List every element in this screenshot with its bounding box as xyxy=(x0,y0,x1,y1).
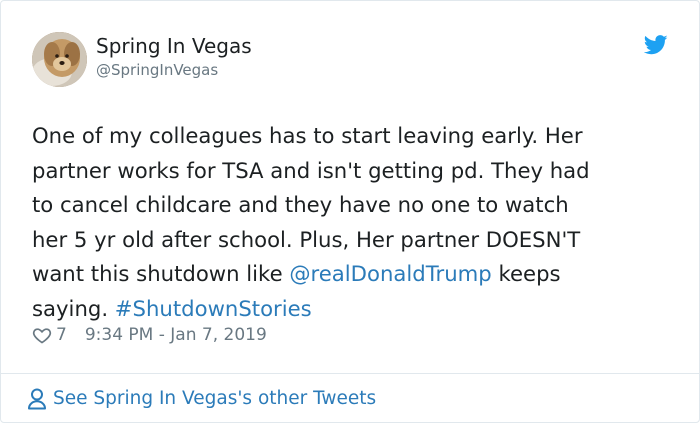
footer-divider xyxy=(1,373,699,374)
dog-avatar-image xyxy=(32,32,87,87)
author-handle[interactable]: @SpringInVegas xyxy=(96,60,218,80)
tweet-header: Spring In Vegas @SpringInVegas xyxy=(32,32,672,88)
tweet-line: want this shutdown like @realDonaldTrump… xyxy=(32,257,672,292)
mention-link[interactable]: @realDonaldTrump xyxy=(289,261,491,286)
person-icon xyxy=(28,388,46,410)
hashtag-link[interactable]: #ShutdownStories xyxy=(115,296,312,321)
tweet-line: her 5 yr old after school. Plus, Her par… xyxy=(32,226,581,252)
see-other-tweets-link[interactable]: See Spring In Vegas's other Tweets xyxy=(27,386,376,412)
twitter-bird-icon[interactable] xyxy=(644,35,668,55)
tweet-line: to cancel childcare and they have no one… xyxy=(32,192,569,217)
tweet-line: saying. #ShutdownStories xyxy=(32,292,672,327)
tweet-text: One of my colleagues has to start leavin… xyxy=(32,119,672,326)
see-other-tweets-label[interactable]: See Spring In Vegas's other Tweets xyxy=(53,386,376,412)
embedded-tweet-card: Spring In Vegas @SpringInVegas One of my… xyxy=(0,0,700,423)
tweet-text-segment: keeps xyxy=(491,261,561,286)
tweet-line: partner works for TSA and isn't getting … xyxy=(32,157,590,183)
tweet-line: One of my colleagues has to start leavin… xyxy=(32,123,583,148)
author-display-name[interactable]: Spring In Vegas xyxy=(96,34,252,58)
tweet-meta: 7 9:34 PM - Jan 7, 2019 xyxy=(32,323,267,347)
heart-icon[interactable] xyxy=(32,325,52,345)
like-count[interactable]: 7 xyxy=(56,323,67,347)
tweet-text-segment: saying. xyxy=(32,295,115,321)
tweet-timestamp[interactable]: 9:34 PM - Jan 7, 2019 xyxy=(85,323,267,347)
avatar[interactable] xyxy=(32,32,87,87)
tweet-text-segment: want this shutdown like xyxy=(32,261,290,286)
